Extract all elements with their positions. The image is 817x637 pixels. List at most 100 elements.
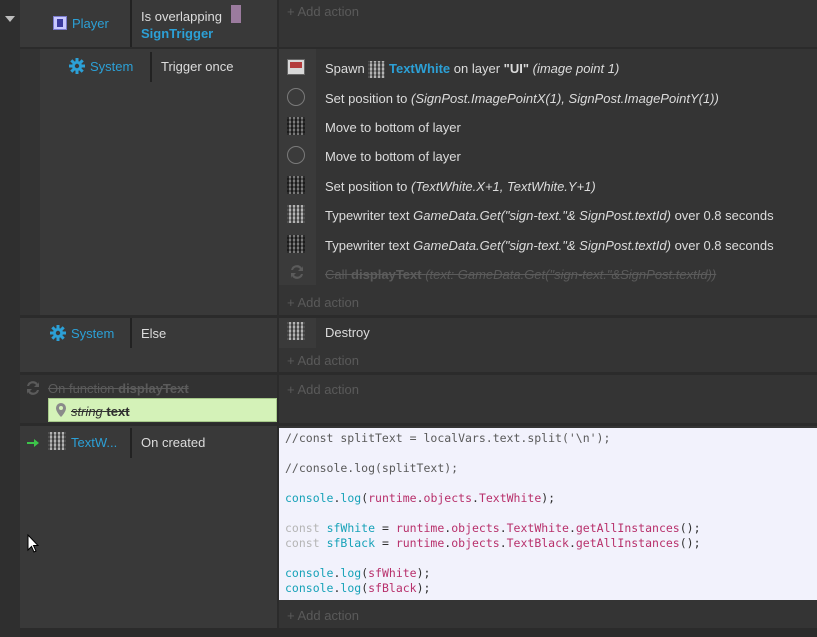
action-call-disabled[interactable]: Call displayText (text: GameData.Get("si… xyxy=(325,267,716,283)
add-action-link[interactable]: + Add action xyxy=(287,295,359,311)
code-token: getAllInstances xyxy=(575,536,680,550)
circle-object-icon xyxy=(287,88,305,106)
action-suffix: over 0.8 seconds xyxy=(674,238,774,253)
condition-else[interactable]: Else xyxy=(141,326,166,342)
left-gutter xyxy=(0,0,20,637)
action-typewriter-text[interactable]: Typewriter text GameData.Get("sign-text.… xyxy=(325,238,774,254)
code-token: TextBlack xyxy=(506,536,569,550)
code-line: const sfBlack = runtime.objects.TextBlac… xyxy=(285,536,701,551)
code-token: const xyxy=(285,536,320,550)
textwhite-object-name[interactable]: TextW... xyxy=(71,435,117,451)
add-action-label: Add action xyxy=(297,382,359,397)
action-verb: Set position to xyxy=(325,91,408,106)
action-function-name: displayText xyxy=(351,267,422,282)
action-set-position[interactable]: Set position to (TextWhite.X+1, TextWhit… xyxy=(325,179,596,195)
code-token: TextWhite xyxy=(506,521,569,535)
on-function-label[interactable]: On function displayText xyxy=(48,381,189,397)
function-name: displayText xyxy=(118,381,189,396)
action-spawn[interactable]: Spawn TextWhite on layer "UI" (image poi… xyxy=(325,61,620,79)
code-token: runtime xyxy=(368,491,417,505)
add-action-link[interactable]: + Add action xyxy=(287,353,359,369)
function-label: On function xyxy=(48,381,115,396)
textblack-object-icon xyxy=(287,235,305,253)
player-object-name[interactable]: Player xyxy=(72,16,109,32)
code-token: . xyxy=(568,536,576,550)
system-object-name[interactable]: System xyxy=(71,326,114,342)
code-token: . xyxy=(568,521,576,535)
add-action-label: Add action xyxy=(297,295,359,310)
code-token: . xyxy=(472,491,479,505)
code-token: objects xyxy=(451,521,500,535)
textwhite-object-icon xyxy=(287,322,305,340)
textwhite-object-icon xyxy=(287,205,305,223)
textwhite-object-icon xyxy=(48,432,66,450)
action-suffix: over 0.8 seconds xyxy=(674,208,774,223)
action-params: (text: GameData.Get("sign-text."&SignPos… xyxy=(425,267,717,282)
action-verb: Set position to xyxy=(325,179,408,194)
action-destroy[interactable]: Destroy xyxy=(325,325,370,341)
gear-icon xyxy=(50,325,66,341)
action-typewriter-text[interactable]: Typewriter text GameData.Get("sign-text.… xyxy=(325,208,774,224)
textblack-object-icon xyxy=(287,176,305,194)
code-line: //const splitText = localVars.text.split… xyxy=(285,431,611,445)
code-token: = xyxy=(375,521,396,535)
action-object-textwhite: TextWhite xyxy=(389,61,451,76)
condition-on-created[interactable]: On created xyxy=(141,435,205,451)
event-block-1-actions[interactable] xyxy=(279,0,817,47)
code-line: //console.log(splitText); xyxy=(285,461,459,475)
action-params: GameData.Get("sign-text."& SignPost.text… xyxy=(413,208,671,223)
code-line: console.log(sfWhite); xyxy=(285,566,430,581)
code-token: sfBlack xyxy=(326,536,376,550)
condition-divider xyxy=(130,318,132,348)
code-line: console.log(sfBlack); xyxy=(285,581,430,596)
enabled-arrow-icon xyxy=(27,436,39,447)
player-object-icon xyxy=(53,16,67,30)
code-token: runtime xyxy=(395,521,445,535)
circle-object-icon xyxy=(287,146,305,164)
action-set-position[interactable]: Set position to (SignPost.ImagePointX(1)… xyxy=(325,91,719,107)
code-token: log xyxy=(340,581,362,595)
add-action-label: Add action xyxy=(297,4,359,19)
system-object-name[interactable]: System xyxy=(90,59,133,75)
code-token: ); xyxy=(416,566,431,580)
action-params: (SignPost.ImagePointX(1), SignPost.Image… xyxy=(411,91,719,106)
spawn-layout-icon xyxy=(287,59,305,75)
function-icon xyxy=(25,380,41,396)
action-params: (TextWhite.X+1, TextWhite.Y+1) xyxy=(411,179,596,194)
code-token: log xyxy=(340,566,362,580)
script-code-block[interactable]: //const splitText = localVars.text.split… xyxy=(279,428,817,600)
parameter-type: string xyxy=(71,404,103,419)
action-verb: Call xyxy=(325,267,348,282)
code-line: const sfWhite = runtime.objects.TextWhit… xyxy=(285,521,701,536)
code-token: . xyxy=(499,536,507,550)
condition-divider xyxy=(130,0,132,47)
function-block-actions[interactable] xyxy=(279,375,817,423)
code-token: TextWhite xyxy=(478,491,542,505)
function-call-icon xyxy=(289,264,305,280)
action-suffix: (image point 1) xyxy=(532,61,620,76)
code-token: runtime xyxy=(395,536,445,550)
condition-target-signtrigger[interactable]: SignTrigger xyxy=(141,26,213,42)
action-verb: Spawn xyxy=(325,61,365,76)
collapse-arrow-icon[interactable] xyxy=(5,16,15,22)
action-text: on layer xyxy=(453,61,501,76)
code-token: console xyxy=(285,566,334,580)
condition-is-overlapping[interactable]: Is overlapping xyxy=(141,9,222,25)
add-action-link[interactable]: + Add action xyxy=(287,382,359,398)
parameter-text: string text xyxy=(71,404,130,420)
action-move-to-bottom[interactable]: Move to bottom of layer xyxy=(325,120,461,136)
event-block-2-conditions[interactable] xyxy=(40,49,277,315)
add-action-label: Add action xyxy=(297,608,359,623)
condition-divider xyxy=(130,428,132,458)
add-action-link[interactable]: + Add action xyxy=(287,4,359,20)
condition-trigger-once[interactable]: Trigger once xyxy=(161,59,234,75)
add-action-link[interactable]: + Add action xyxy=(287,608,359,624)
action-move-to-bottom[interactable]: Move to bottom of layer xyxy=(325,149,461,165)
gear-icon xyxy=(69,58,85,74)
condition-divider xyxy=(150,52,152,82)
code-token: = xyxy=(375,536,396,550)
mouse-cursor-icon xyxy=(27,533,40,554)
textwhite-object-icon xyxy=(368,61,386,79)
event-block-4-conditions[interactable] xyxy=(20,426,277,628)
code-token: ); xyxy=(416,581,431,595)
